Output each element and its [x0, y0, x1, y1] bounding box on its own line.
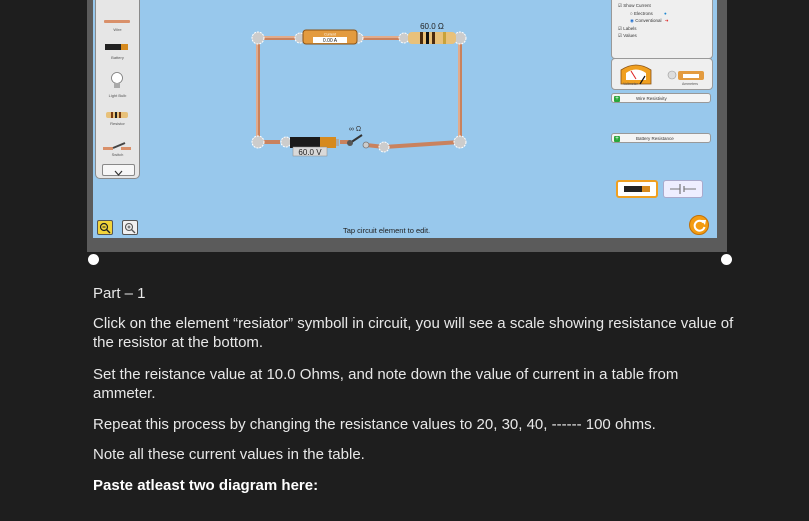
- ammeters-label: Ammeters: [682, 82, 698, 86]
- expand-plus-icon: +: [614, 136, 620, 142]
- part-heading: Part – 1: [93, 285, 146, 302]
- ammeter[interactable]: Current 0.00 A: [302, 29, 358, 45]
- show-current-checkbox[interactable]: ☑ Show Current: [618, 3, 651, 9]
- options-panel: ☑ Show Current ○ Electrons ● ◉ Conventio…: [611, 0, 713, 59]
- battery-resistance-panel[interactable]: + Battery Resistance: [611, 133, 711, 143]
- values-checkbox[interactable]: ☑ Values: [618, 33, 637, 39]
- expand-plus-icon: +: [614, 96, 620, 102]
- battery[interactable]: [280, 136, 339, 148]
- tap-hint-text: Tap circuit element to edit.: [343, 226, 431, 235]
- show-current-label: Show Current: [623, 3, 651, 8]
- instruction-paragraph-4: Note all these current values in the tab…: [93, 446, 365, 463]
- resize-handle-right[interactable]: [721, 254, 732, 265]
- battery-resistance-label: Battery Resistance: [636, 136, 674, 141]
- labels-checkbox[interactable]: ☑ Labels: [618, 26, 637, 32]
- electron-dot-icon: ●: [664, 11, 667, 16]
- switch-resistance-label: ∞ Ω: [349, 126, 361, 133]
- instruction-paragraph-3: Repeat this process by changing the resi…: [93, 416, 656, 433]
- paste-diagram-prompt: Paste atleast two diagram here:: [93, 477, 319, 494]
- resistor[interactable]: [408, 32, 456, 44]
- schematic-battery-icon: [670, 184, 696, 194]
- reset-button[interactable]: [689, 215, 709, 235]
- ammeter-reading: 0.00 A: [323, 38, 338, 44]
- battery-view-icon: [624, 186, 650, 192]
- instruction-paragraph-1: Click on the element “resiator” symboll …: [93, 315, 734, 351]
- resistor-value-label: 60.0 Ω: [420, 22, 444, 31]
- ammeter-title: Current: [324, 33, 336, 37]
- instruction-paragraph-2: Set the reistance value at 10.0 Ohms, an…: [93, 366, 679, 402]
- wire-resistivity-panel[interactable]: + Wire Resistivity: [611, 93, 711, 103]
- electrons-radio[interactable]: ○ Electrons ●: [630, 11, 667, 16]
- red-arrow-icon: ➜: [664, 18, 669, 23]
- lifelike-view-button[interactable]: [616, 180, 658, 198]
- ammeter-tool-icon[interactable]: [666, 67, 708, 83]
- battery-value-label: 60.0 V: [298, 148, 322, 157]
- voltmeter-label: Voltmeter: [623, 82, 638, 86]
- schematic-view-button[interactable]: [663, 180, 703, 198]
- electrons-label: Electrons: [633, 11, 653, 16]
- switch[interactable]: [340, 134, 390, 153]
- resize-handle-left[interactable]: [88, 254, 99, 265]
- values-label: Values: [623, 33, 637, 38]
- conventional-radio[interactable]: ◉ Conventional ➜: [630, 18, 669, 24]
- conventional-label: Conventional: [635, 18, 662, 23]
- wire-resistivity-label: Wire Resistivity: [636, 96, 667, 101]
- measurement-tools-panel: Voltmeter Ammeters: [611, 58, 713, 90]
- labels-label: Labels: [623, 26, 637, 31]
- reset-icon: [693, 219, 706, 232]
